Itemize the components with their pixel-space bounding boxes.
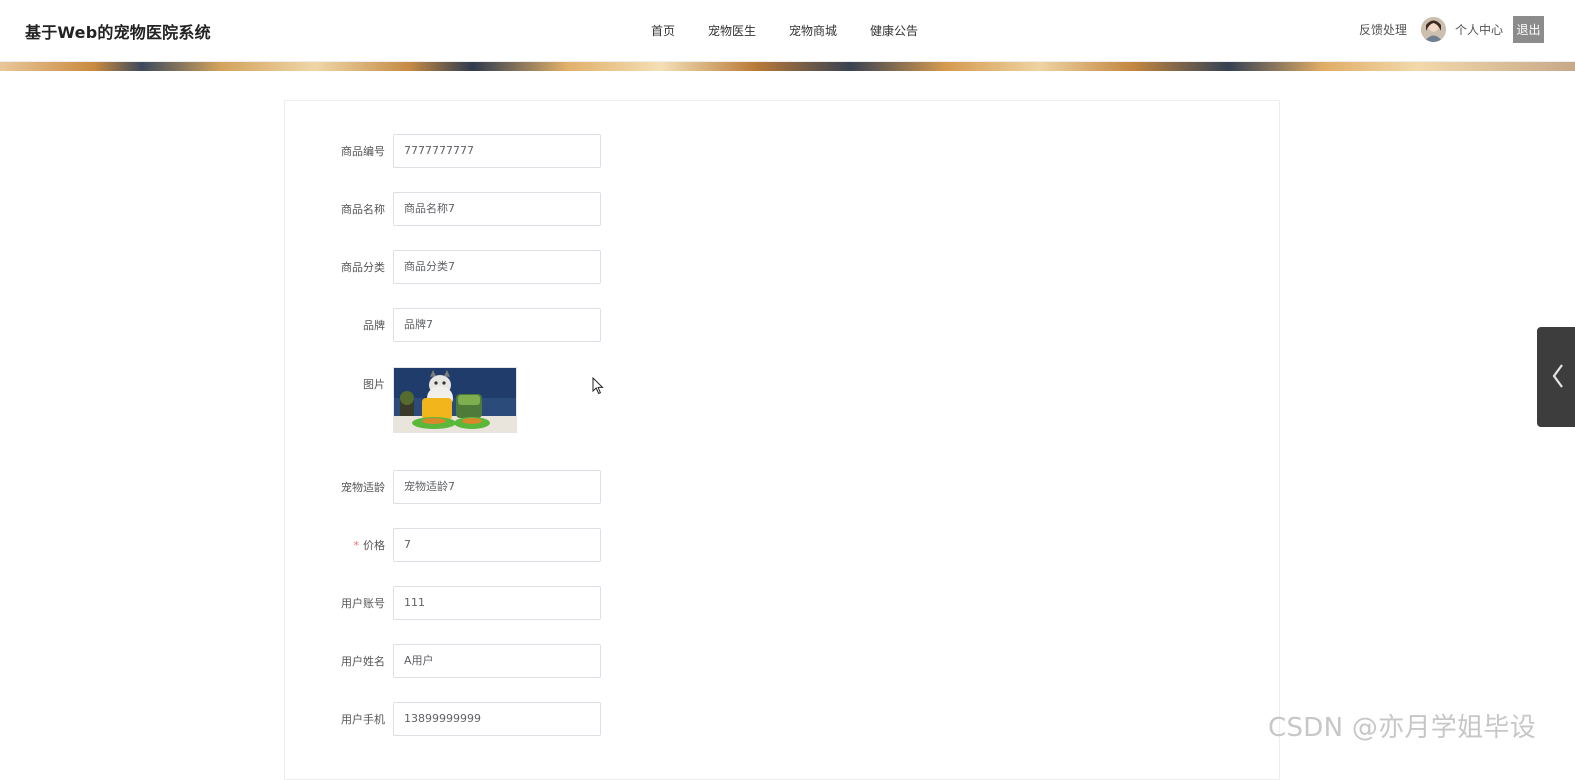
field-label: 图片 [363,378,385,391]
top-header: 基于Web的宠物医院系统 首页 宠物医生 宠物商城 健康公告 反馈处理 个人中心… [0,0,1575,62]
chevron-left-icon [1552,364,1563,388]
required-mark: * [353,539,360,552]
price-field[interactable]: 7 [393,528,601,562]
product-image-picture [394,368,516,432]
field-label: 用户姓名 [341,655,385,668]
product-name-field[interactable]: 商品名称7 [393,192,601,226]
product-image[interactable] [393,367,517,433]
user-account-field[interactable]: 111 [393,586,601,620]
form-row-product-name: 商品名称 商品名称7 [285,192,1281,226]
field-label: 用户手机 [341,713,385,726]
form-row-image: 图片 [285,367,1281,433]
nav-item-pet-doctor[interactable]: 宠物医生 [708,22,756,39]
form-row-price: * 价格 7 [285,528,1281,562]
price-label: 价格 [363,539,385,552]
field-label: 品牌 [363,319,385,332]
form-row-user-phone: 用户手机 13899999999 [285,702,1281,736]
field-label: * 价格 [354,537,386,553]
nav-item-health-notice[interactable]: 健康公告 [870,22,918,39]
avatar-image [1420,17,1446,42]
field-label: 商品分类 [341,261,385,274]
product-id-field[interactable]: 7777777777 [393,134,601,168]
logout-button[interactable]: 退出 [1513,16,1544,43]
user-name-field[interactable]: A用户 [393,644,601,678]
side-panel-toggle[interactable] [1537,327,1575,427]
user-phone-field[interactable]: 13899999999 [393,702,601,736]
field-label: 宠物适龄 [341,481,385,494]
field-label: 用户账号 [341,597,385,610]
main-nav: 首页 宠物医生 宠物商城 健康公告 [651,22,951,39]
form-row-brand: 品牌 品牌7 [285,308,1281,342]
form-row-pet-age: 宠物适龄 宠物适龄7 [285,470,1281,504]
user-area: 反馈处理 个人中心 退出 [1359,16,1544,43]
pet-age-field[interactable]: 宠物适龄7 [393,470,601,504]
field-label: 商品名称 [341,203,385,216]
form-row-user-name: 用户姓名 A用户 [285,644,1281,678]
mouse-pointer-icon [592,376,604,399]
banner-image-strip [0,62,1575,71]
form-row-user-account: 用户账号 111 [285,586,1281,620]
product-detail-form: 商品编号 7777777777 商品名称 商品名称7 商品分类 商品分类7 品牌… [284,100,1280,780]
form-row-product-category: 商品分类 商品分类7 [285,250,1281,284]
watermark: CSDN @亦月学姐毕设 [1268,713,1536,743]
form-row-product-id: 商品编号 7777777777 [285,134,1281,168]
feedback-link[interactable]: 反馈处理 [1359,21,1407,38]
product-category-field[interactable]: 商品分类7 [393,250,601,284]
avatar[interactable] [1420,17,1446,42]
brand-field[interactable]: 品牌7 [393,308,601,342]
nav-item-home[interactable]: 首页 [651,22,675,39]
site-title: 基于Web的宠物医院系统 [25,23,211,42]
field-label: 商品编号 [341,145,385,158]
profile-center-link[interactable]: 个人中心 [1455,21,1503,38]
nav-item-pet-shop[interactable]: 宠物商城 [789,22,837,39]
